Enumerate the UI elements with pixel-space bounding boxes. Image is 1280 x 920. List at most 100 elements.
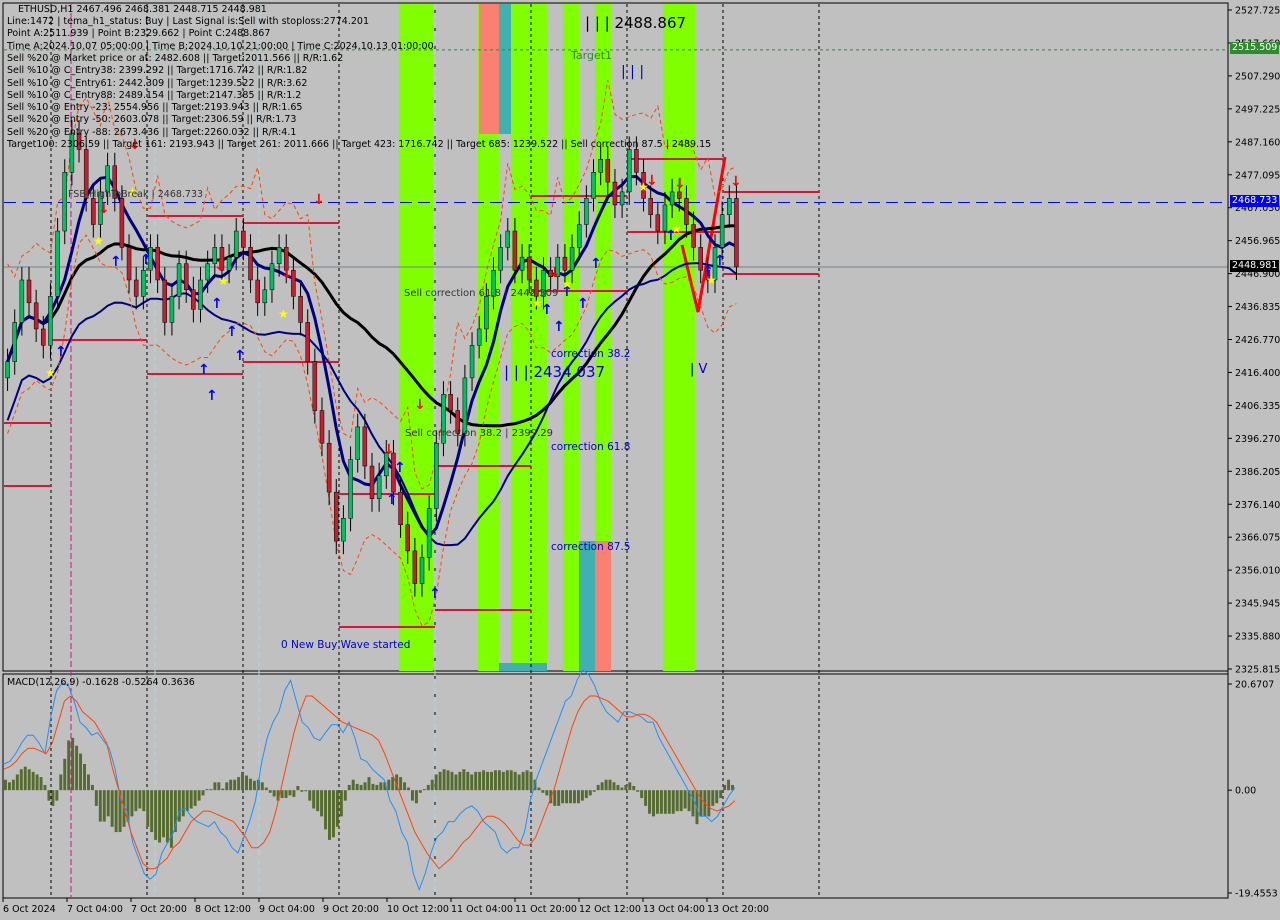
last-price-tag: 2448.981 bbox=[1230, 260, 1280, 272]
price-tick-label: 2487.160 bbox=[1235, 137, 1280, 148]
candle-body bbox=[526, 256, 532, 281]
candle-body bbox=[598, 158, 603, 173]
macd-histogram-bar bbox=[450, 771, 454, 791]
star-icon: ★ bbox=[706, 273, 717, 287]
macd-histogram-bar bbox=[620, 787, 624, 791]
macd-histogram-bar bbox=[335, 790, 339, 827]
macd-histogram-bar bbox=[521, 771, 525, 791]
macd-histogram-bar bbox=[517, 774, 521, 791]
buy-arrow-icon: ↑ bbox=[553, 319, 565, 335]
macd-histogram-bar bbox=[537, 787, 541, 791]
macd-histogram-bar bbox=[217, 782, 221, 791]
target-price-tag: 2515.509 bbox=[1230, 42, 1280, 54]
macd-histogram-bar bbox=[205, 789, 209, 791]
macd-histogram-bar bbox=[640, 790, 644, 799]
info-line: Line:1472 | tema_h1_status: Buy | Last S… bbox=[7, 16, 369, 27]
macd-histogram-bar bbox=[308, 790, 312, 801]
candle-body bbox=[276, 247, 282, 264]
info-line: Sell %10 @ Entry -23: 2554.956 || Target… bbox=[7, 102, 303, 114]
macd-histogram-bar bbox=[628, 782, 632, 791]
candle-body bbox=[505, 230, 511, 248]
zone-band bbox=[663, 4, 695, 671]
star-icon: ★ bbox=[93, 234, 104, 248]
macd-histogram-bar bbox=[197, 790, 201, 801]
macd-histogram-bar bbox=[616, 784, 620, 791]
macd-histogram-bar bbox=[114, 790, 118, 833]
macd-histogram-bar bbox=[158, 790, 162, 843]
macd-histogram-bar bbox=[371, 783, 375, 791]
price-tick-label: 2345.945 bbox=[1235, 599, 1280, 610]
wave3-label: | | | bbox=[621, 64, 645, 80]
macd-histogram-bar bbox=[225, 782, 229, 791]
macd-histogram-bar bbox=[462, 769, 466, 791]
candle-body bbox=[305, 322, 310, 362]
info-line: Time A:2024.10.07 05:00:00 | Time B:2024… bbox=[7, 40, 434, 52]
macd-histogram-bar bbox=[169, 790, 173, 848]
macd-histogram-bar bbox=[284, 790, 288, 799]
candle-body bbox=[412, 550, 418, 584]
macd-histogram-bar bbox=[652, 790, 655, 817]
candle-body bbox=[119, 198, 125, 248]
macd-histogram-bar bbox=[699, 790, 703, 817]
macd-histogram-bar bbox=[355, 783, 359, 791]
candle-body bbox=[677, 191, 682, 199]
sell-arrow-icon: ↓ bbox=[281, 266, 293, 282]
macd-histogram-bar bbox=[525, 770, 529, 791]
macd-histogram-bar bbox=[438, 771, 442, 791]
macd-histogram-bar bbox=[201, 790, 205, 796]
macd-histogram-bar bbox=[363, 782, 367, 791]
candle-body bbox=[355, 426, 360, 460]
macd-histogram-bar bbox=[553, 790, 557, 806]
macd-histogram-bar bbox=[351, 779, 355, 791]
macd-histogram-bar bbox=[221, 788, 225, 791]
buy-arrow-icon: ↑ bbox=[577, 296, 589, 312]
macd-histogram-bar bbox=[426, 784, 430, 791]
star-icon: ★ bbox=[278, 307, 289, 321]
macd-histogram-bar bbox=[134, 790, 138, 812]
candle-body bbox=[605, 158, 611, 183]
macd-histogram-bar bbox=[727, 779, 731, 791]
candle-body bbox=[419, 557, 425, 584]
macd-histogram-bar bbox=[233, 779, 237, 791]
candle-body bbox=[298, 296, 303, 323]
macd-histogram-bar bbox=[23, 766, 27, 791]
macd-histogram-bar bbox=[110, 790, 114, 827]
price-tick-label: 2356.010 bbox=[1235, 566, 1280, 577]
candle-body bbox=[476, 328, 482, 346]
price-tick-label: 2325.815 bbox=[1235, 665, 1280, 676]
macd-histogram-bar bbox=[39, 777, 43, 791]
macd-histogram-bar bbox=[27, 769, 31, 791]
candle-body bbox=[519, 256, 525, 271]
macd-histogram-bar bbox=[679, 790, 683, 812]
macd-histogram-bar bbox=[509, 770, 513, 791]
price-axis: 2527.7252517.6602507.2902497.2252487.160… bbox=[1227, 3, 1280, 898]
macd-histogram-bar bbox=[86, 774, 90, 791]
macd-histogram-bar bbox=[324, 790, 328, 830]
candle-body bbox=[241, 230, 246, 248]
candle-body bbox=[162, 279, 168, 323]
macd-histogram-bar bbox=[644, 790, 648, 806]
buy-arrow-icon: ↑ bbox=[55, 344, 67, 360]
macd-histogram-bar bbox=[474, 771, 478, 791]
macd-histogram-bar bbox=[359, 784, 363, 791]
macd-histogram-bar bbox=[592, 790, 596, 792]
macd-histogram-bar bbox=[185, 790, 189, 812]
macd-histogram-bar bbox=[529, 771, 533, 791]
info-line: Sell %20 @ Market price or at: 2482.608 … bbox=[7, 52, 344, 64]
macd-histogram-bar bbox=[154, 790, 158, 840]
star-icon: ★ bbox=[671, 222, 682, 236]
time-tick-label: 9 Oct 04:00 bbox=[259, 904, 315, 915]
macd-histogram-bar bbox=[414, 790, 418, 804]
macd-histogram-bar bbox=[229, 779, 233, 791]
macd-histogram-bar bbox=[648, 790, 652, 814]
candle-body bbox=[727, 198, 732, 215]
macd-histogram-bar bbox=[478, 771, 482, 791]
macd-histogram-bar bbox=[572, 790, 576, 804]
price-tick-label: 2507.290 bbox=[1235, 71, 1280, 82]
macd-histogram-bar bbox=[675, 790, 679, 812]
macd-histogram-bar bbox=[715, 790, 719, 804]
symbol-ohlc: ETHUSD,H1 2467.496 2468.381 2448.715 244… bbox=[18, 4, 267, 15]
sell-arrow-icon: ↓ bbox=[98, 201, 110, 217]
buy-arrow-icon: ↑ bbox=[198, 362, 210, 378]
macd-histogram-bar bbox=[490, 771, 493, 791]
